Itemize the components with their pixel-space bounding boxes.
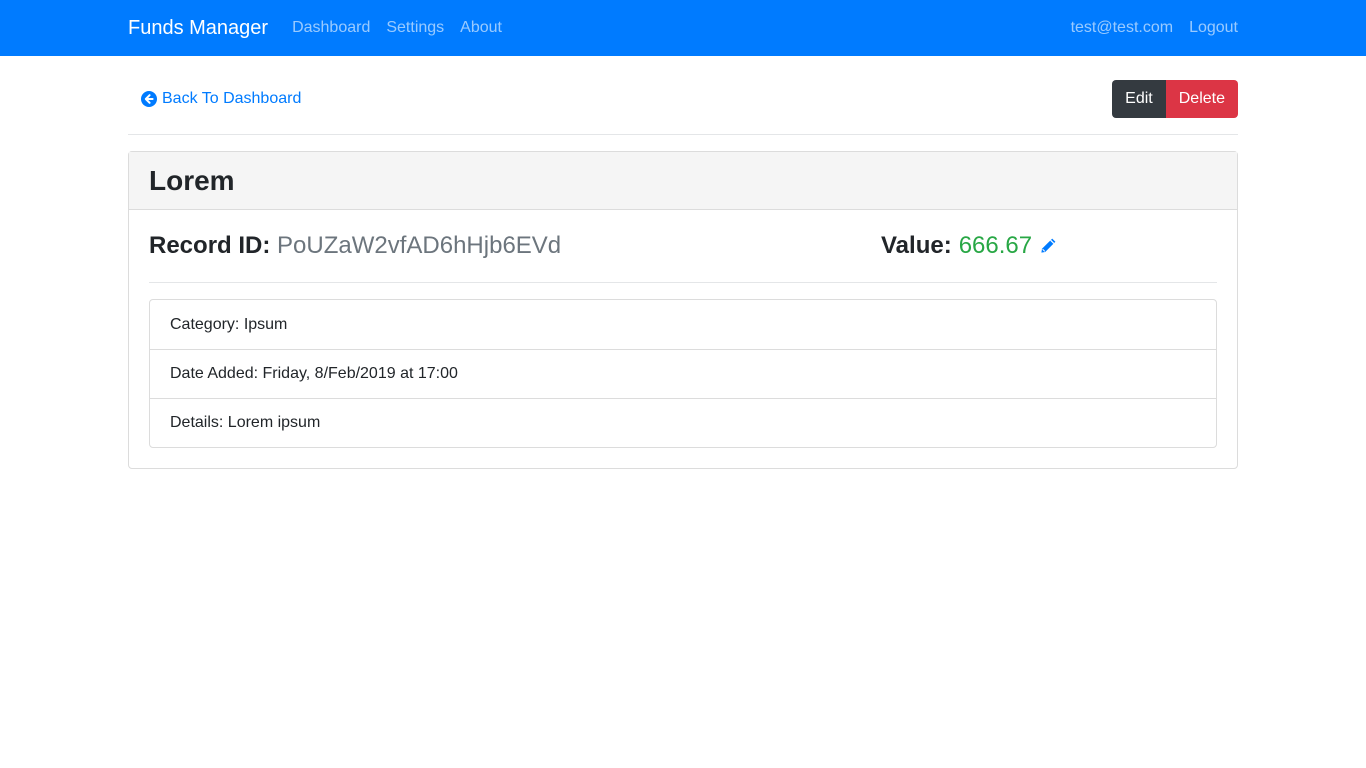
record-summary: Record ID: PoUZaW2vfAD6hHjb6EVd Value: 6… — [149, 230, 1217, 262]
list-item-details: Details: Lorem ipsum — [150, 398, 1216, 447]
record-card-body: Record ID: PoUZaW2vfAD6hHjb6EVd Value: 6… — [129, 210, 1237, 468]
record-title: Lorem — [149, 164, 235, 196]
list-item-date-added: Date Added: Friday, 8/Feb/2019 at 17:00 — [150, 349, 1216, 398]
navbar: Funds Manager Dashboard Settings About t… — [0, 0, 1366, 56]
record-id-label: Record ID: — [149, 232, 271, 259]
logout-link[interactable]: Logout — [1189, 19, 1238, 37]
record-value-number: 666.67 — [958, 232, 1033, 259]
main-container: Back To Dashboard Edit Delete Lorem Reco… — [128, 80, 1238, 469]
brand-link[interactable]: Funds Manager — [128, 17, 268, 40]
record-toolbar: Back To Dashboard Edit Delete — [128, 80, 1238, 118]
list-item-category: Category: Ipsum — [170, 315, 288, 333]
pencil-icon[interactable] — [1038, 236, 1058, 256]
record-card-header: Lorem — [129, 152, 1237, 210]
nav-link-dashboard[interactable]: Dashboard — [292, 19, 370, 37]
user-email-link[interactable]: test@test.com — [1071, 19, 1174, 37]
record-value: Value: 666.67 — [881, 232, 1058, 260]
navbar-right: test@test.com Logout — [1055, 19, 1238, 37]
record-id-value: PoUZaW2vfAD6hHjb6EVd — [277, 232, 562, 259]
edit-button[interactable]: Edit — [1112, 80, 1166, 118]
arrow-circle-left-icon — [141, 91, 162, 107]
nav-link-about[interactable]: About — [460, 19, 502, 37]
back-to-dashboard-link[interactable]: Back To Dashboard — [128, 90, 301, 108]
record-actions: Edit Delete — [1112, 80, 1238, 118]
nav-link-settings[interactable]: Settings — [386, 19, 444, 37]
divider — [128, 134, 1238, 135]
record-value-label: Value: — [881, 232, 952, 259]
back-link-label: Back To Dashboard — [162, 90, 302, 107]
delete-button[interactable]: Delete — [1165, 80, 1238, 118]
record-card: Lorem Record ID: PoUZaW2vfAD6hHjb6EVd Va… — [128, 151, 1238, 469]
divider — [149, 282, 1217, 283]
record-id: Record ID: PoUZaW2vfAD6hHjb6EVd — [149, 232, 881, 260]
record-details-list: Category: Ipsum Date Added: Friday, 8/Fe… — [149, 299, 1217, 448]
